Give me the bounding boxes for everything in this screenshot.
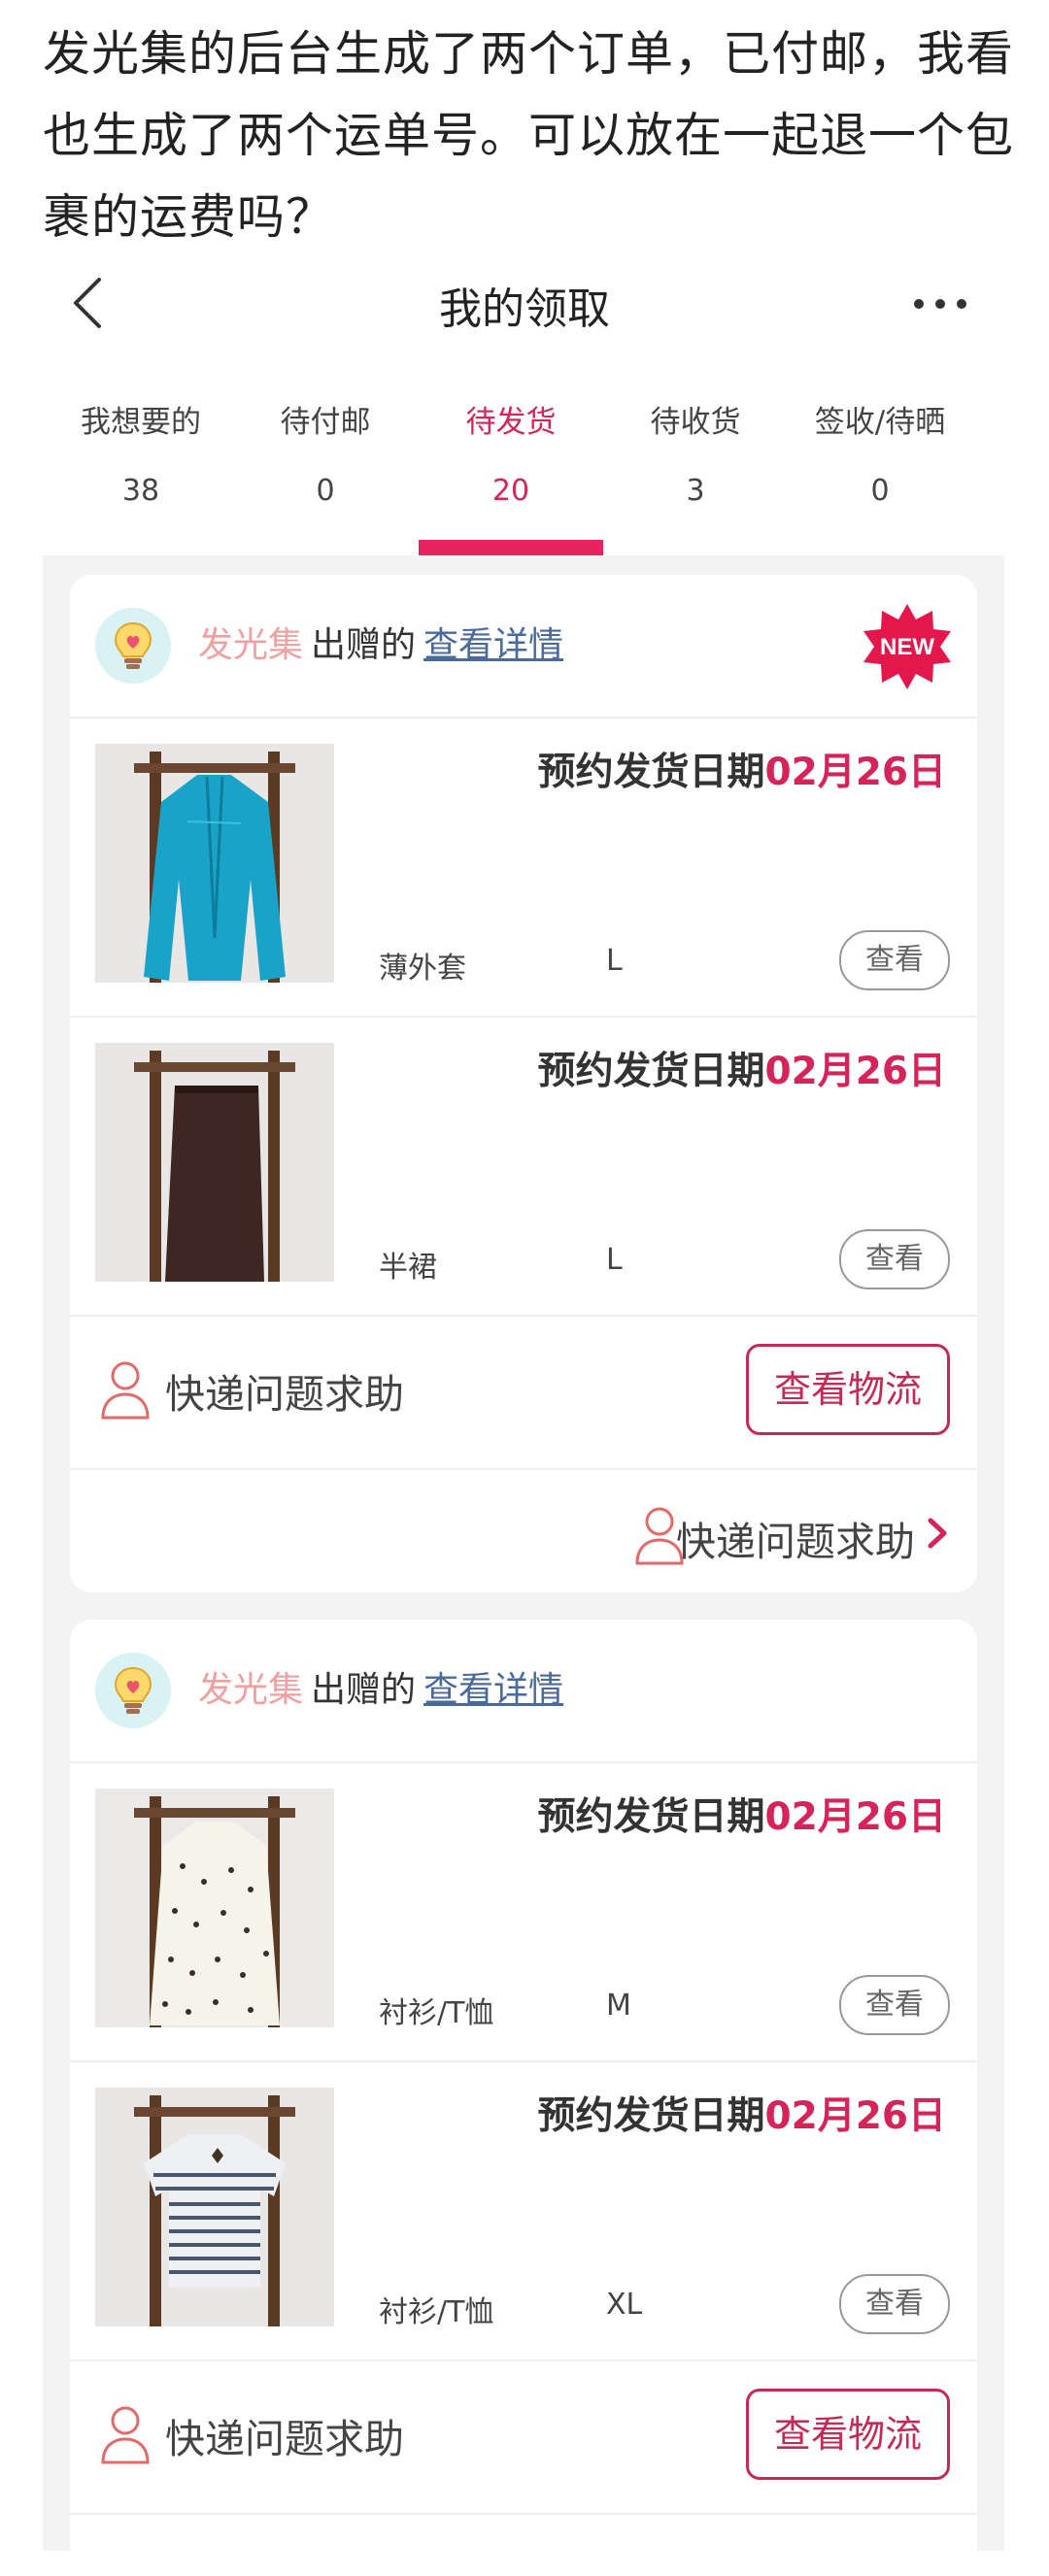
shop-name[interactable]: 发光集: [198, 1670, 303, 1710]
ship-date-value: 02月26日: [764, 1050, 946, 1093]
item-category: 衬衫/T恤: [379, 1996, 494, 2030]
item-size: XL: [606, 2288, 643, 2322]
view-button[interactable]: 查看: [839, 930, 950, 990]
courier-help-link[interactable]: 快递问题求助: [165, 2406, 404, 2464]
question-text: 发光集的后台生成了两个订单，已付邮，我看也生成了两个运单号。可以放在一起退一个包…: [43, 26, 1015, 245]
product-photo[interactable]: [95, 1043, 334, 1282]
view-logistics-button[interactable]: 查看物流: [746, 2389, 950, 2480]
starburst-icon: NEW: [863, 604, 951, 689]
order-item[interactable]: 预约发货日期02月26日 衬衫/T恤 M 查看: [70, 1763, 977, 2062]
order-list: 发光集 出赠的 查看详情 NEW 预约发货日期02月26日 薄外套 L 查看 预…: [43, 555, 1004, 2576]
item-size: L: [606, 1243, 623, 1277]
card-header: 发光集 出赠的 查看详情 NEW: [70, 575, 977, 719]
view-button[interactable]: 查看: [839, 2274, 950, 2334]
item-size: L: [606, 944, 623, 978]
tab-label: 签收/待晒: [814, 405, 946, 440]
tab-count: 0: [316, 474, 335, 508]
ship-date: 预约发货日期02月26日: [537, 742, 946, 796]
courier-help-link[interactable]: 快递问题求助: [165, 1361, 404, 1420]
giver-line: 发光集 出赠的 查看详情: [198, 621, 563, 670]
item-category: 半裙: [379, 1251, 437, 1285]
view-button[interactable]: 查看: [839, 1975, 950, 2035]
card-footer: [70, 2513, 977, 2576]
product-photo[interactable]: [95, 1789, 334, 2027]
new-badge: NEW: [863, 602, 952, 691]
product-photo[interactable]: [95, 744, 334, 983]
shop-name[interactable]: 发光集: [198, 625, 303, 665]
ship-date: 预约发货日期02月26日: [537, 2086, 946, 2140]
item-category: 薄外套: [379, 952, 466, 986]
giver-verb: 出赠的: [311, 625, 417, 665]
more-icon[interactable]: [911, 289, 969, 318]
tab-count: 0: [870, 474, 890, 508]
ship-label: 预约发货日期: [537, 1050, 765, 1093]
ship-label: 预约发货日期: [537, 2094, 765, 2138]
order-item[interactable]: 预约发货日期02月26日 薄外套 L 查看: [70, 719, 977, 1018]
tab-label: 待发货: [465, 405, 557, 440]
ship-label: 预约发货日期: [537, 1795, 765, 1839]
item-category: 衬衫/T恤: [379, 2295, 494, 2329]
new-badge-text: NEW: [880, 634, 934, 660]
view-button[interactable]: 查看: [839, 1229, 950, 1289]
active-tab-indicator: [419, 540, 603, 555]
ship-date-value: 02月26日: [764, 2094, 946, 2138]
product-photo[interactable]: [95, 2088, 334, 2326]
giver-verb: 出赠的: [311, 1670, 417, 1710]
ship-label: 预约发货日期: [537, 751, 765, 794]
tab-pending-receipt[interactable]: 待收货 3: [603, 398, 788, 511]
tab-wanted[interactable]: 我想要的 38: [49, 398, 233, 511]
courier-help-row: 快递问题求助 查看物流: [70, 1317, 977, 1468]
order-card: 发光集 出赠的 查看详情 预约发货日期02月26日 衬衫/T恤 M 查看 预约发…: [70, 1620, 977, 2576]
courier-help-row: 快递问题求助 查看物流: [70, 2361, 977, 2513]
ship-date: 预约发货日期02月26日: [537, 1041, 946, 1095]
courier-help-link[interactable]: 快递问题求助: [676, 1509, 915, 1567]
person-icon: [101, 1361, 150, 1420]
ship-date: 预约发货日期02月26日: [537, 1787, 946, 1841]
ship-date-value: 02月26日: [764, 751, 946, 794]
tab-label: 待付邮: [280, 405, 371, 440]
tab-label: 我想要的: [81, 405, 201, 440]
tab-count: 38: [121, 474, 160, 508]
tab-count: 20: [491, 474, 530, 508]
tab-label: 待收货: [650, 405, 741, 440]
tab-pending-postage[interactable]: 待付邮 0: [233, 398, 418, 511]
card-header: 发光集 出赠的 查看详情: [70, 1620, 977, 1763]
person-icon: [101, 2406, 150, 2464]
tab-bar: 我想要的 38 待付邮 0 待发货 20 待收货 3 签收/待晒 0: [43, 398, 1004, 555]
order-item[interactable]: 预约发货日期02月26日 半裙 L 查看: [70, 1018, 977, 1317]
lightbulb-icon: [95, 608, 171, 684]
lightbulb-icon: [95, 1653, 171, 1728]
giver-line: 发光集 出赠的 查看详情: [198, 1666, 563, 1715]
item-size: M: [606, 1989, 631, 2023]
tab-count: 3: [686, 474, 705, 508]
order-card: 发光集 出赠的 查看详情 NEW 预约发货日期02月26日 薄外套 L 查看 预…: [70, 575, 977, 1592]
ship-date-value: 02月26日: [764, 1795, 946, 1839]
order-item[interactable]: 预约发货日期02月26日 衬衫/T恤 XL 查看: [70, 2062, 977, 2361]
chevron-right-icon: [928, 1518, 947, 1549]
view-details-link[interactable]: 查看详情: [423, 1670, 563, 1710]
card-footer[interactable]: 快递问题求助: [70, 1468, 977, 1592]
tab-signed[interactable]: 签收/待晒 0: [788, 398, 972, 511]
nav-bar: 我的领取: [0, 254, 1049, 351]
page-title: 我的领取: [439, 284, 610, 334]
view-logistics-button[interactable]: 查看物流: [746, 1344, 950, 1435]
view-details-link[interactable]: 查看详情: [423, 625, 563, 665]
tab-pending-shipment[interactable]: 待发货 20: [419, 398, 603, 555]
